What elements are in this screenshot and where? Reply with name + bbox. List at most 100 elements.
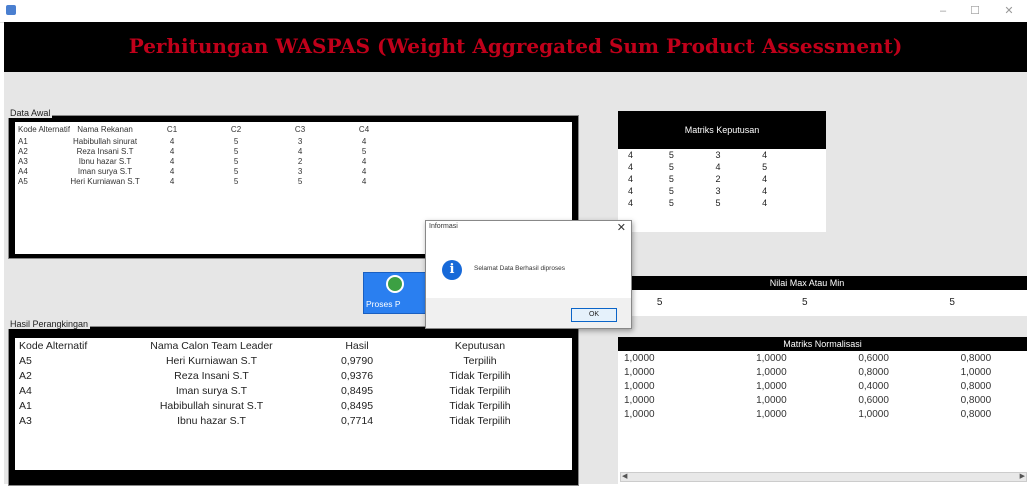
table-row[interactable]: 5 5 5 (587, 290, 1027, 314)
table-cell: A2 (18, 146, 28, 156)
table-cell: 4 (715, 162, 721, 172)
matriks-normalisasi-table: 1,0000 1,0000 0,6000 0,8000 1,0000 1,0000 0,8… (618, 351, 1027, 421)
table-cell: Habibullah sinurat S.T (159, 399, 264, 412)
table-cell: A3 (18, 156, 28, 166)
minimize-button[interactable]: – (928, 2, 958, 20)
nilai-max-min-table: 5 5 5 (587, 290, 1027, 314)
nilai-max-min-grid[interactable]: Nilai Max Atau Min 5 5 5 (587, 276, 1027, 316)
column-header[interactable]: Kode Alternatif (15, 122, 70, 136)
proses-button-label: Proses P (366, 299, 401, 309)
table-cell: A2 (19, 369, 32, 382)
table-cell: Iman surya S.T (175, 384, 248, 397)
column-header[interactable]: Keputusan (420, 338, 540, 353)
table-cell: 5 (668, 150, 674, 160)
table-row[interactable]: A1 Habibullah sinurat 4 5 3 4 (15, 136, 396, 146)
table-cell: 5 (233, 176, 239, 186)
table-cell: 2 (715, 174, 721, 184)
table-cell: 1,0000 (756, 366, 787, 378)
matriks-keputusan-grid[interactable]: Matriks Keputusan 4 5 3 4 4 5 4 5 4 5 2 4 4 5 3 4 4 5… (618, 111, 826, 232)
close-window-button[interactable]: ✕ (994, 2, 1024, 20)
table-cell: 4 (169, 176, 175, 186)
table-cell: 0,6000 (858, 352, 889, 364)
nilai-max-min-title: Nilai Max Atau Min (587, 276, 1027, 290)
table-row[interactable]: 4 5 5 4 (618, 197, 788, 209)
table-cell: Heri Kurniawan S.T (70, 176, 140, 186)
table-cell: 0,8000 (858, 366, 889, 378)
info-icon: i (442, 260, 462, 280)
column-header[interactable]: Kode Alternatif (15, 338, 129, 353)
column-header[interactable]: Nama Calon Team Leader (129, 338, 294, 353)
table-cell: 5 (668, 186, 674, 196)
table-cell: Reza Insani S.T (76, 146, 134, 156)
table-cell: 3 (715, 150, 721, 160)
table-row[interactable]: 1,0000 1,0000 1,0000 0,8000 (618, 407, 1027, 421)
matriks-normalisasi-grid[interactable]: Matriks Normalisasi 1,0000 1,0000 0,6000 0,… (618, 337, 1027, 484)
table-cell: Terpilih (463, 354, 497, 367)
table-row[interactable]: A5 Heri Kurniawan S.T 4 5 5 4 (15, 176, 396, 186)
table-row[interactable]: A3 Ibnu hazar S.T 4 5 2 4 (15, 156, 396, 166)
column-header[interactable]: C3 (268, 122, 332, 136)
table-cell: 4 (361, 156, 367, 166)
table-row[interactable]: 1,0000 1,0000 0,6000 0,8000 (618, 393, 1027, 407)
window-titlebar: – ☐ ✕ (0, 0, 1027, 23)
column-header[interactable]: C4 (332, 122, 396, 136)
table-cell: 4 (762, 198, 768, 208)
maximize-button[interactable]: ☐ (960, 2, 990, 20)
table-cell: 5 (668, 174, 674, 184)
table-cell: 4 (169, 166, 175, 176)
matriks-normalisasi-title: Matriks Normalisasi (618, 337, 1027, 351)
scroll-left-icon[interactable]: ◀ (622, 472, 627, 480)
table-row[interactable]: 1,0000 1,0000 0,8000 1,0000 (618, 365, 1027, 379)
table-cell: 5 (233, 146, 239, 156)
table-row[interactable]: 4 5 4 5 (618, 161, 788, 173)
table-row[interactable]: 4 5 3 4 (618, 149, 788, 161)
data-awal-label: Data Awal (8, 108, 53, 118)
header-banner: Perhitungan WASPAS (Weight Aggregated Su… (4, 22, 1027, 72)
table-row[interactable]: 1,0000 1,0000 0,6000 0,8000 (618, 351, 1027, 365)
table-cell: 5 (668, 198, 674, 208)
table-cell: 1,0000 (624, 408, 655, 420)
table-row[interactable]: A2 Reza Insani S.T 0,9376 Tidak Terpilih (15, 368, 540, 383)
table-row[interactable]: 1,0000 1,0000 0,4000 0,8000 (618, 379, 1027, 393)
table-row[interactable]: A2 Reza Insani S.T 4 5 4 5 (15, 146, 396, 156)
table-cell: 5 (233, 166, 239, 176)
table-row[interactable]: A4 Iman surya S.T 0,8495 Tidak Terpilih (15, 383, 540, 398)
table-cell: 4 (361, 136, 367, 146)
matriks-keputusan-title: Matriks Keputusan (618, 111, 826, 149)
column-header[interactable]: Hasil (294, 338, 420, 353)
table-cell: Iman surya S.T (77, 166, 133, 176)
table-row[interactable]: A5 Heri Kurniawan S.T 0,9790 Terpilih (15, 353, 540, 368)
table-cell: 4 (361, 176, 367, 186)
table-cell: 4 (169, 156, 175, 166)
table-row[interactable]: 4 5 2 4 (618, 173, 788, 185)
table-row[interactable]: A1 Habibullah sinurat S.T 0,8495 Tidak T… (15, 398, 540, 413)
table-cell: 1,0000 (756, 408, 787, 420)
column-header[interactable]: C1 (140, 122, 204, 136)
table-cell: 4 (628, 174, 634, 184)
table-row[interactable]: 4 5 3 4 (618, 185, 788, 197)
table-cell: Tidak Terpilih (449, 369, 511, 382)
table-row[interactable]: A4 Iman surya S.T 4 5 3 4 (15, 166, 396, 176)
table-row[interactable]: A3 Ibnu hazar S.T 0,7714 Tidak Terpilih (15, 413, 540, 428)
horizontal-scrollbar[interactable]: ◀ ▶ (620, 472, 1027, 482)
table-cell: 1,0000 (624, 366, 655, 378)
table-cell: 1,0000 (858, 408, 889, 420)
main-panel: Data Awal Kode Alternatif Nama Rekanan C… (4, 72, 1027, 486)
table-cell: 1,0000 (624, 352, 655, 364)
app-icon (6, 5, 16, 15)
information-dialog: Informasi ✕ i Selamat Data Berhasil dipr… (425, 220, 632, 329)
column-header[interactable]: C2 (204, 122, 268, 136)
dialog-close-icon[interactable]: ✕ (617, 221, 626, 234)
table-cell: 4 (361, 166, 367, 176)
column-header[interactable]: Nama Rekanan (70, 122, 140, 136)
table-cell: A1 (18, 136, 28, 146)
hasil-perangkingan-grid[interactable]: Kode Alternatif Nama Calon Team Leader H… (15, 338, 572, 470)
ok-button[interactable]: OK (571, 308, 617, 322)
table-cell: Tidak Terpilih (449, 384, 511, 397)
scroll-right-icon[interactable]: ▶ (1020, 472, 1025, 480)
hasil-perangkingan-group: Hasil Perangkingan Kode Alternatif Nama … (8, 319, 579, 486)
table-cell: 5 (233, 156, 239, 166)
proses-button[interactable]: Proses P (363, 272, 427, 314)
dialog-footer: OK (426, 298, 631, 328)
table-cell: 4 (762, 186, 768, 196)
